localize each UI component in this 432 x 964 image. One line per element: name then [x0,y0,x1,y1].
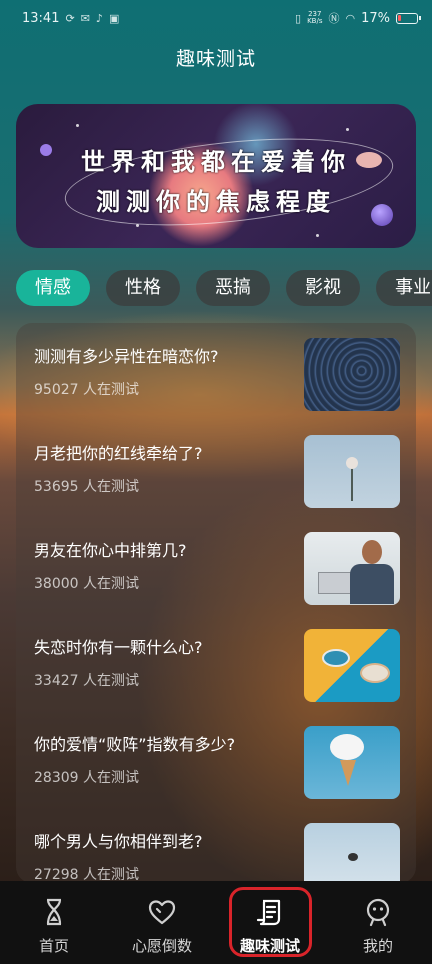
test-count: 28309 人在测试 [34,770,139,786]
test-title: 测测有多少异性在暗恋你? [34,347,219,366]
test-title: 失恋时你有一颗什么心? [34,638,203,657]
tiktok-icon: ♪ [95,11,103,25]
test-count: 53695 人在测试 [34,479,139,495]
featured-banner[interactable]: 世界和我都在爱着你 测测你的焦虑程度 [16,104,416,248]
vibrate-icon: ▯ [295,11,302,25]
test-count: 38000 人在测试 [34,576,139,592]
test-count: 95027 人在测试 [34,382,139,398]
test-count: 33427 人在测试 [34,673,139,689]
star-dot [76,124,79,127]
cone-shape [340,760,356,786]
network-speed: 237 KB/s [307,11,322,25]
list-item[interactable]: 男友在你心中排第几? 38000 人在测试 [16,517,416,605]
person-body [350,564,394,604]
star-dot [346,128,349,131]
star-dot [136,224,139,227]
list-item[interactable]: 测测有多少异性在暗恋你? 95027 人在测试 [16,323,416,411]
bird-shape [348,853,358,861]
tab-emotion[interactable]: 情感 [16,270,90,306]
tab-movies[interactable]: 影视 [286,270,360,306]
laptop-shape [318,572,352,594]
battery-percent: 17% [361,10,390,26]
tab-personality[interactable]: 性格 [106,270,180,306]
heart-icon [148,900,176,925]
scroll-icon [256,899,281,926]
wechat-icon: ✉ [80,11,90,25]
page-title: 趣味测试 [175,48,256,70]
list-item[interactable]: 你的爱情“败阵”指数有多少? 28309 人在测试 [16,711,416,799]
star-trails-thumbnail [304,338,400,411]
rose-thumbnail [304,435,400,508]
robot-face-icon [366,898,390,927]
nav-label: 心愿倒数 [131,937,192,955]
nfc-icon: Ⓝ [328,12,340,25]
battery-icon [396,12,421,24]
status-time: 13:41 [22,10,60,26]
list-item[interactable]: 月老把你的红线牵给了? 53695 人在测试 [16,420,416,508]
rose-stem [351,465,353,501]
nav-home[interactable]: 首页 [0,881,108,964]
banner-subheadline: 测测你的焦虑程度 [96,187,336,216]
man-laptop-thumbnail [304,532,400,605]
star-dot [316,234,319,237]
bowl-shape [360,663,390,683]
cloud-shape [330,734,364,760]
sky-thumbnail [304,823,400,883]
nav-fun-tests[interactable]: 趣味测试 [216,881,324,964]
banner-headline: 世界和我都在爱着你 [81,147,351,176]
app-icon: ▣ [108,11,120,25]
status-bar: 13:41 ⟳ ✉ ♪ ▣ ▯ 237 KB/s Ⓝ ◠ 17% [0,0,432,36]
nav-profile[interactable]: 我的 [324,881,432,964]
cloud-cone-thumbnail [304,726,400,799]
test-title: 你的爱情“败阵”指数有多少? [34,735,236,754]
nav-label: 首页 [38,937,69,955]
list-item[interactable]: 哪个男人与你相伴到老? 27298 人在测试 [16,808,416,883]
nav-label: 趣味测试 [239,937,300,955]
test-title: 月老把你的红线牵给了? [34,444,203,463]
nav-wish-countdown[interactable]: 心愿倒数 [108,881,216,964]
tab-career[interactable]: 事业 [376,270,432,306]
test-title: 哪个男人与你相伴到老? [34,832,203,851]
sync-icon: ⟳ [65,11,75,25]
nav-label: 我的 [362,937,393,955]
wifi-icon: ◠ [345,11,356,25]
bowls-thumbnail [304,629,400,702]
test-list: 测测有多少异性在暗恋你? 95027 人在测试 月老把你的红线牵给了? 5369… [16,323,416,883]
category-tabs: 情感 性格 恶搞 影视 事业 [16,270,432,308]
rose-flower [346,457,358,469]
bottom-nav: 首页 心愿倒数 趣味测试 我的 [0,881,432,964]
hourglass-icon [46,898,62,926]
net-speed-unit: KB/s [307,17,323,25]
tab-funny[interactable]: 恶搞 [196,270,270,306]
bowl-shape [322,649,350,667]
test-title: 男友在你心中排第几? [34,541,187,560]
person-head [362,540,382,564]
list-item[interactable]: 失恋时你有一颗什么心? 33427 人在测试 [16,614,416,702]
